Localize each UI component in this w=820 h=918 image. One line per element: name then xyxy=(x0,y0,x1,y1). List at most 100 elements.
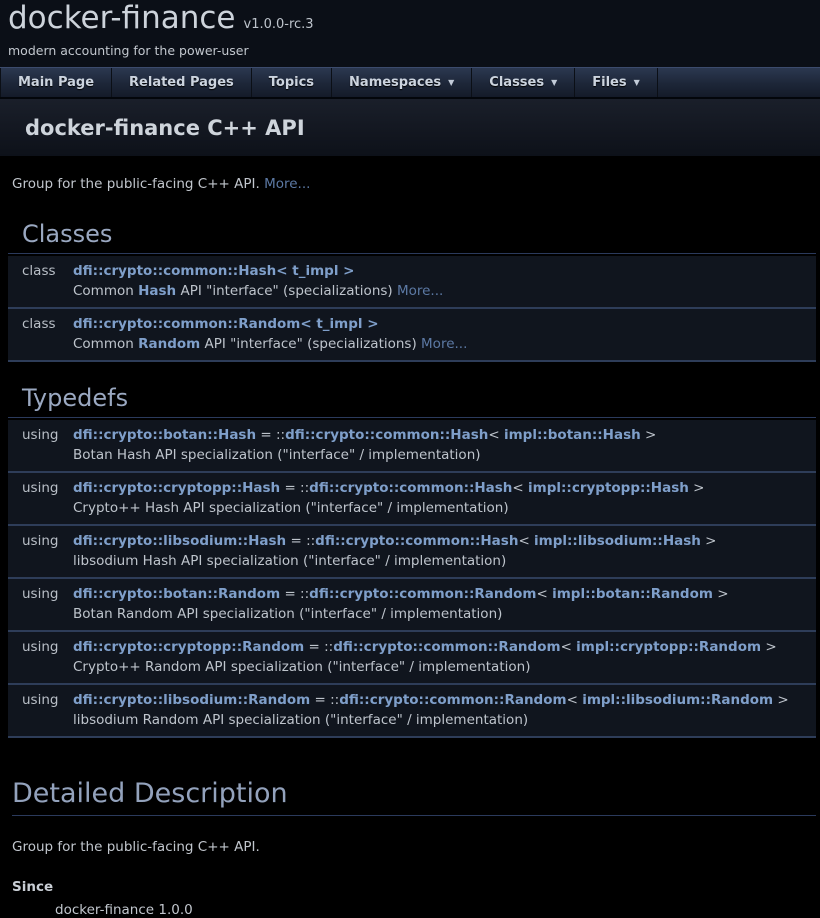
member-description: Botan Hash API specialization ("interfac… xyxy=(73,445,816,465)
page-header: docker-finance C++ API xyxy=(0,99,820,157)
member-link[interactable]: dfi::crypto::common::Hash< t_impl > xyxy=(73,263,354,279)
member-link[interactable]: dfi::crypto::libsodium::Hash xyxy=(73,533,286,549)
nav-tab-files[interactable]: Files▼ xyxy=(575,68,658,97)
main-nav: Main Page Related Pages Topics Namespaces ▼ C… xyxy=(0,67,820,99)
member-plain-text: > xyxy=(641,427,657,443)
member-description: Crypto++ Random API specialization ("int… xyxy=(73,657,816,677)
detailed-description-heading: Detailed Description xyxy=(12,778,816,816)
project-brief: modern accounting for the power-user xyxy=(8,43,820,58)
chevron-down-icon: ▼ xyxy=(448,79,454,87)
title-area: docker-financev1.0.0-rc.3 modern account… xyxy=(0,0,820,67)
member-link[interactable]: dfi::crypto::common::Random< t_impl > xyxy=(73,316,379,332)
member-plain-text: > xyxy=(761,639,777,655)
member-plain-text: < xyxy=(537,586,553,602)
member-description: libsodium Hash API specialization ("inte… xyxy=(73,551,816,571)
member-name: dfi::crypto::cryptopp::Random = ::dfi::c… xyxy=(73,637,816,657)
member-link[interactable]: impl::botan::Hash xyxy=(504,427,641,443)
member-link[interactable]: dfi::crypto::common::Random xyxy=(309,586,536,602)
member-link[interactable]: dfi::crypto::common::Hash xyxy=(315,533,518,549)
nav-tab-main-page[interactable]: Main Page xyxy=(0,68,112,97)
member-link[interactable]: impl::cryptopp::Random xyxy=(576,639,761,655)
member-link[interactable]: impl::cryptopp::Hash xyxy=(528,480,689,496)
page-title: docker-finance C++ API xyxy=(25,116,808,140)
member-name: dfi::crypto::botan::Random = ::dfi::cryp… xyxy=(73,584,816,604)
member-kind: using xyxy=(8,690,73,710)
member-name: dfi::crypto::libsodium::Random = ::dfi::… xyxy=(73,690,816,710)
member-link[interactable]: impl::libsodium::Random xyxy=(582,692,773,708)
more-link[interactable]: More... xyxy=(421,336,467,352)
typedef-row: usingdfi::crypto::cryptopp::Hash = ::dfi… xyxy=(8,473,816,526)
member-link[interactable]: dfi::crypto::common::Hash xyxy=(309,480,512,496)
typedef-row: usingdfi::crypto::botan::Random = ::dfi:… xyxy=(8,579,816,632)
intro-paragraph: Group for the public-facing C++ API. Mor… xyxy=(12,175,808,194)
member-link[interactable]: dfi::crypto::cryptopp::Hash xyxy=(73,480,280,496)
member-kind: class xyxy=(8,314,73,334)
classes-heading: Classes xyxy=(8,220,816,254)
typedef-row: usingdfi::crypto::libsodium::Random = ::… xyxy=(8,685,816,738)
member-link[interactable]: Random xyxy=(138,336,200,352)
member-link[interactable]: dfi::crypto::botan::Hash xyxy=(73,427,256,443)
member-plain-text: = :: xyxy=(304,639,333,655)
nav-tab-namespaces[interactable]: Namespaces ▼ xyxy=(332,68,472,97)
member-declaration: usingdfi::crypto::botan::Random = ::dfi:… xyxy=(8,584,816,604)
member-plain-text: Common xyxy=(73,336,138,352)
member-plain-text: API "interface" (specializations) xyxy=(200,336,421,352)
class-row: classdfi::crypto::common::Random< t_impl… xyxy=(8,309,816,362)
member-plain-text: = :: xyxy=(280,480,309,496)
member-declaration: usingdfi::crypto::libsodium::Hash = ::df… xyxy=(8,531,816,551)
member-declaration: usingdfi::crypto::cryptopp::Hash = ::dfi… xyxy=(8,478,816,498)
member-link[interactable]: Hash xyxy=(138,283,176,299)
member-plain-text: Botan Random API specialization ("interf… xyxy=(73,606,502,622)
chevron-down-icon: ▼ xyxy=(634,79,640,87)
member-plain-text: Botan Hash API specialization ("interfac… xyxy=(73,447,481,463)
member-link[interactable]: dfi::crypto::libsodium::Random xyxy=(73,692,310,708)
since-value: docker-finance 1.0.0 xyxy=(55,902,808,918)
member-kind: class xyxy=(8,261,73,281)
more-link[interactable]: More... xyxy=(397,283,443,299)
member-plain-text: = :: xyxy=(310,692,339,708)
member-plain-text: < xyxy=(488,427,504,443)
member-plain-text: > xyxy=(773,692,789,708)
nav-tab-classes[interactable]: Classes▼ xyxy=(472,68,575,97)
page-contents: Group for the public-facing C++ API. Mor… xyxy=(0,175,820,918)
nav-tab-label: Namespaces xyxy=(349,68,441,97)
member-kind: using xyxy=(8,531,73,551)
member-name: dfi::crypto::common::Hash< t_impl > xyxy=(73,261,816,281)
member-link[interactable]: dfi::crypto::common::Random xyxy=(339,692,566,708)
classes-table: Classesclassdfi::crypto::common::Hash< t… xyxy=(8,220,816,362)
member-link[interactable]: dfi::crypto::botan::Random xyxy=(73,586,280,602)
member-plain-text: < xyxy=(561,639,577,655)
member-description: Common Random API "interface" (specializ… xyxy=(73,334,816,354)
nav-tab-label: Main Page xyxy=(18,68,94,97)
member-plain-text: = :: xyxy=(280,586,309,602)
member-description: Common Hash API "interface" (specializat… xyxy=(73,281,816,301)
member-plain-text: > xyxy=(713,586,729,602)
intro-text: Group for the public-facing C++ API. xyxy=(12,176,260,192)
member-link[interactable]: dfi::crypto::common::Hash xyxy=(285,427,488,443)
member-description: Crypto++ Hash API specialization ("inter… xyxy=(73,498,816,518)
typedef-row: usingdfi::crypto::libsodium::Hash = ::df… xyxy=(8,526,816,579)
member-link[interactable]: dfi::crypto::cryptopp::Random xyxy=(73,639,304,655)
member-plain-text: = :: xyxy=(256,427,285,443)
member-plain-text: Crypto++ Random API specialization ("int… xyxy=(73,659,530,675)
nav-tab-related-pages[interactable]: Related Pages xyxy=(112,68,252,97)
since-label: Since xyxy=(12,879,808,895)
typedef-row: usingdfi::crypto::cryptopp::Random = ::d… xyxy=(8,632,816,685)
since-block: Since docker-finance 1.0.0 xyxy=(12,879,808,918)
nav-tab-topics[interactable]: Topics xyxy=(252,68,332,97)
nav-tab-label: Related Pages xyxy=(129,68,234,97)
member-plain-text: = :: xyxy=(286,533,315,549)
member-plain-text: > xyxy=(701,533,717,549)
member-plain-text: < xyxy=(518,533,534,549)
member-link[interactable]: dfi::crypto::common::Random xyxy=(333,639,560,655)
project-version: v1.0.0-rc.3 xyxy=(244,17,314,32)
detailed-description-text: Group for the public-facing C++ API. xyxy=(12,838,808,857)
member-link[interactable]: impl::libsodium::Hash xyxy=(534,533,701,549)
member-name: dfi::crypto::common::Random< t_impl > xyxy=(73,314,816,334)
nav-tab-label: Topics xyxy=(269,68,314,97)
member-link[interactable]: impl::botan::Random xyxy=(552,586,713,602)
member-description: Botan Random API specialization ("interf… xyxy=(73,604,816,624)
more-link[interactable]: More... xyxy=(264,176,310,192)
member-kind: using xyxy=(8,637,73,657)
member-plain-text: libsodium Hash API specialization ("inte… xyxy=(73,553,506,569)
